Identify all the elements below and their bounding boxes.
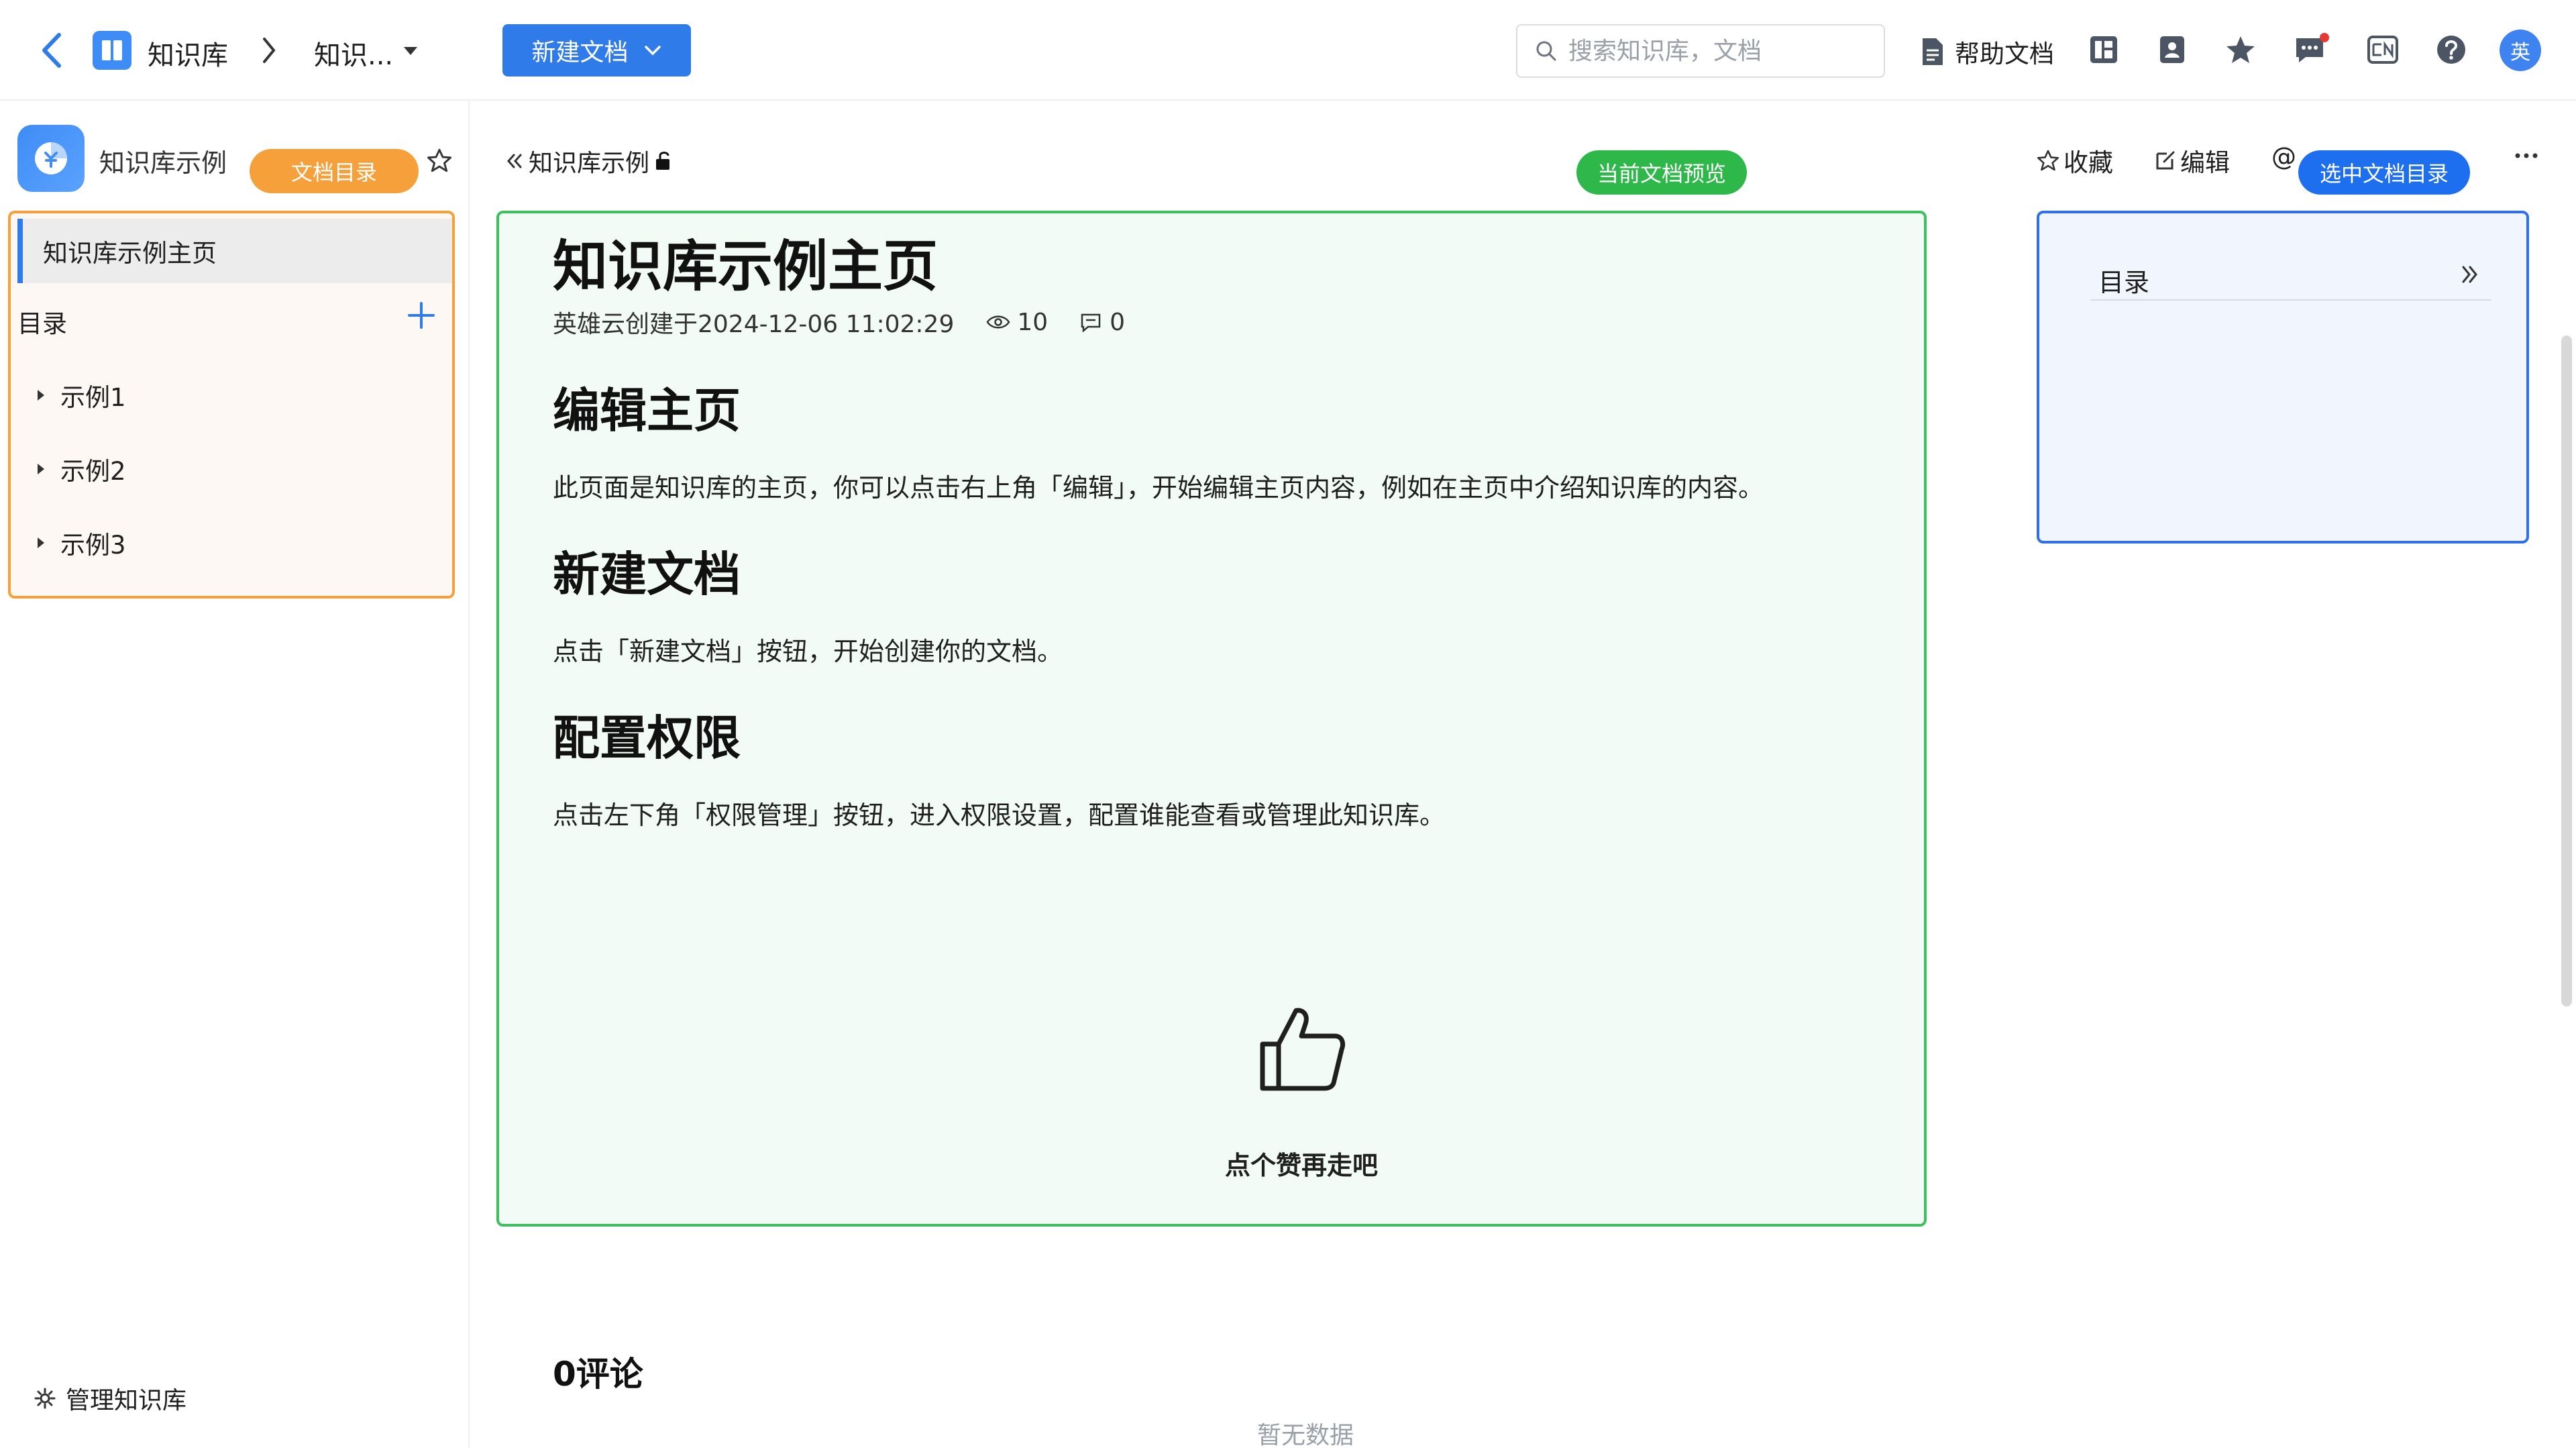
tree-node-label: 示例1 <box>60 383 126 412</box>
contacts-icon[interactable] <box>2152 30 2192 70</box>
doc-icon <box>1923 38 1943 65</box>
kb-name[interactable]: 知识库示例 <box>99 142 227 179</box>
add-icon[interactable] <box>405 299 437 331</box>
mention-button[interactable]: @ <box>2271 142 2296 171</box>
star-icon[interactable] <box>2220 30 2261 70</box>
divider <box>2090 299 2491 301</box>
toc-title: 目录 <box>17 309 67 338</box>
unlock-icon <box>656 152 670 170</box>
double-chevron-right-icon[interactable] <box>2458 263 2481 286</box>
app-title[interactable]: 知识库 <box>148 34 228 72</box>
breadcrumb-label: 知识库示例 <box>529 150 650 177</box>
help-docs-link[interactable]: 帮助文档 <box>1920 28 2054 75</box>
comments-title: 0评论 <box>553 1355 643 1394</box>
edit-label: 编辑 <box>2180 148 2230 177</box>
sidebar-item-example3[interactable]: 示例3 <box>36 519 126 566</box>
manage-kb-button[interactable]: 管理知识库 <box>34 1381 186 1416</box>
language-icon[interactable] <box>2363 30 2403 70</box>
toc-panel-title: 目录 <box>2098 268 2150 297</box>
more-icon[interactable] <box>2514 152 2538 160</box>
section-heading: 配置权限 <box>553 711 741 766</box>
gear-icon <box>34 1388 56 1409</box>
star-outline-icon[interactable] <box>427 148 452 173</box>
favorite-label: 收藏 <box>2063 148 2113 177</box>
favorite-button[interactable]: 收藏 <box>2037 142 2113 178</box>
search-input[interactable] <box>1568 37 1864 65</box>
chevron-right-icon <box>259 35 279 66</box>
search-icon <box>1536 41 1556 61</box>
message-icon[interactable] <box>2292 30 2332 70</box>
doc-author-date: 英雄云创建于2024-12-06 11:02:29 <box>553 311 955 338</box>
doc-toc-panel <box>2037 211 2529 544</box>
tree-node-label: 示例3 <box>60 531 126 560</box>
sidebar-item-home[interactable]: 知识库示例主页 <box>17 219 452 283</box>
caret-right-icon <box>38 390 44 401</box>
section-heading: 新建文档 <box>553 547 741 602</box>
section-paragraph: 点击左下角「权限管理」按钮，进入权限设置，配置谁能查看或管理此知识库。 <box>553 800 1446 830</box>
star-outline-icon <box>2037 150 2059 171</box>
sidebar-item-example2[interactable]: 示例2 <box>36 446 126 493</box>
breadcrumb-current-kb[interactable]: 知识... <box>314 34 393 72</box>
back-arrow-icon[interactable] <box>35 30 68 71</box>
new-doc-label: 新建文档 <box>531 39 629 66</box>
doc-meta: 英雄云创建于2024-12-06 11:02:29 10 0 <box>553 305 1125 340</box>
chevron-down-icon <box>644 46 661 56</box>
current-doc-preview-tag: 当前文档预览 <box>1576 150 1747 195</box>
selected-doc-toc-tag: 选中文档目录 <box>2298 150 2470 195</box>
manage-kb-label: 管理知识库 <box>66 1387 187 1414</box>
scrollbar[interactable] <box>2561 335 2572 1006</box>
sidebar-item-example1[interactable]: 示例1 <box>36 372 126 419</box>
new-doc-button[interactable]: 新建文档 <box>502 24 691 76</box>
no-data-text: 暂无数据 <box>1257 1422 1354 1448</box>
kb-logo <box>17 125 85 192</box>
like-prompt: 点个赞再走吧 <box>1225 1151 1379 1180</box>
doc-breadcrumb[interactable]: 知识库示例 <box>504 144 674 178</box>
edit-button[interactable]: 编辑 <box>2155 142 2230 178</box>
kb-app-icon <box>93 31 131 70</box>
user-avatar[interactable]: 英 <box>2500 30 2541 71</box>
eye-icon <box>986 315 1010 329</box>
caret-right-icon <box>38 537 44 548</box>
layout-icon[interactable] <box>2084 30 2124 70</box>
section-paragraph: 此页面是知识库的主页，你可以点击右上角「编辑」，开始编辑主页内容，例如在主页中介… <box>553 473 1764 503</box>
section-heading: 编辑主页 <box>553 383 741 438</box>
double-chevron-left-icon <box>506 154 522 168</box>
help-icon[interactable] <box>2431 30 2471 70</box>
search-box[interactable] <box>1516 24 1885 78</box>
caret-right-icon <box>38 464 44 474</box>
view-count: 10 <box>1017 308 1049 336</box>
comment-icon <box>1081 313 1101 332</box>
help-docs-label: 帮助文档 <box>1955 40 2054 68</box>
doc-title: 知识库示例主页 <box>553 235 938 299</box>
caret-down-icon[interactable] <box>401 44 420 58</box>
tree-node-label: 示例2 <box>60 457 126 486</box>
thumbs-up-icon[interactable] <box>1257 1004 1351 1098</box>
mention-label: @ <box>2271 142 2296 171</box>
kb-logo-icon <box>35 142 67 174</box>
doc-catalog-tag: 文档目录 <box>250 149 419 193</box>
section-paragraph: 点击「新建文档」按钮，开始创建你的文档。 <box>553 637 1063 666</box>
comment-count: 0 <box>1110 308 1126 336</box>
edit-icon <box>2156 151 2175 170</box>
